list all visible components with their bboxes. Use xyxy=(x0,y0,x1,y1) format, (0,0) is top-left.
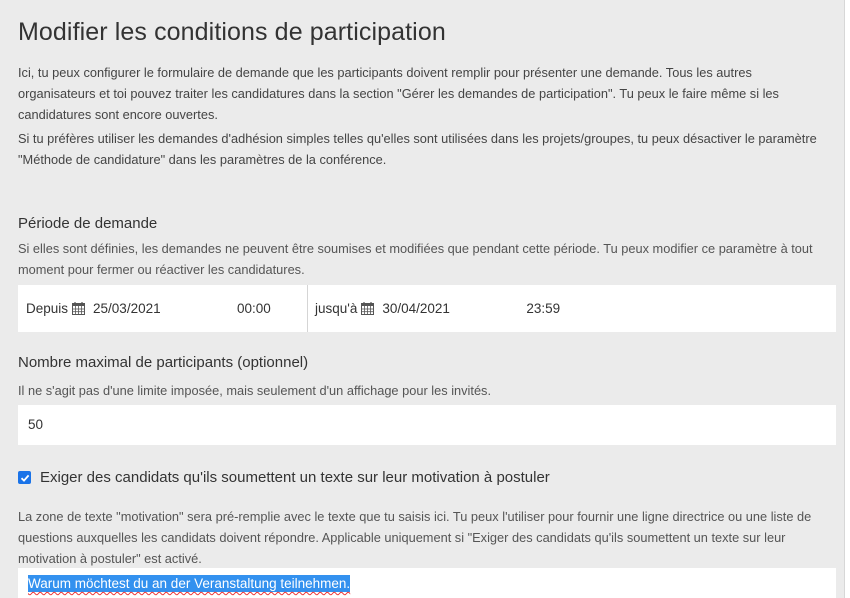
period-start: Depuis 25/03/2021 00:00 xyxy=(18,285,308,332)
max-participants-title: Nombre maximal de participants (optionne… xyxy=(18,354,309,371)
max-participants-help: Il ne s'agit pas d'une limite imposée, m… xyxy=(18,383,492,398)
intro-text: Ici, tu peux configurer le formulaire de… xyxy=(18,62,830,170)
conference-participation-settings: Modifier les conditions de participation… xyxy=(0,0,850,598)
motivation-template-text: Warum möchtest du an der Veranstaltung t… xyxy=(28,575,351,592)
to-label: jusqu'à xyxy=(315,301,358,316)
motivation-checkbox[interactable] xyxy=(18,471,31,484)
calendar-icon[interactable] xyxy=(361,302,375,315)
calendar-icon[interactable] xyxy=(72,302,86,315)
intro-paragraph-2: Si tu préfères utiliser les demandes d'a… xyxy=(18,131,817,167)
check-icon xyxy=(20,474,29,482)
page-title: Modifier les conditions de participation xyxy=(18,18,446,46)
end-time-input[interactable]: 23:59 xyxy=(526,301,560,316)
end-date-input[interactable]: 30/04/2021 xyxy=(382,301,526,316)
intro-paragraph-1: Ici, tu peux configurer le formulaire de… xyxy=(18,65,779,122)
period-end: jusqu'à 30/04/2021 23:59 xyxy=(308,285,560,332)
scrollbar-track[interactable] xyxy=(844,0,850,598)
application-period-row: Depuis 25/03/2021 00:00 jusqu'à 30/04/20… xyxy=(18,285,836,332)
period-help: Si elles sont définies, les demandes ne … xyxy=(18,241,813,277)
motivation-checkbox-row[interactable]: Exiger des candidats qu'ils soumettent u… xyxy=(18,469,550,486)
motivation-template-textarea[interactable]: Warum möchtest du an der Veranstaltung t… xyxy=(18,568,836,598)
motivation-help: La zone de texte "motivation" sera pré-r… xyxy=(18,509,812,566)
start-time-input[interactable]: 00:00 xyxy=(237,301,271,316)
period-title: Période de demande xyxy=(18,215,158,232)
max-participants-input[interactable]: 50 xyxy=(18,405,836,445)
start-date-input[interactable]: 25/03/2021 xyxy=(93,301,237,316)
from-label: Depuis xyxy=(26,301,69,316)
motivation-checkbox-label: Exiger des candidats qu'ils soumettent u… xyxy=(40,469,550,486)
